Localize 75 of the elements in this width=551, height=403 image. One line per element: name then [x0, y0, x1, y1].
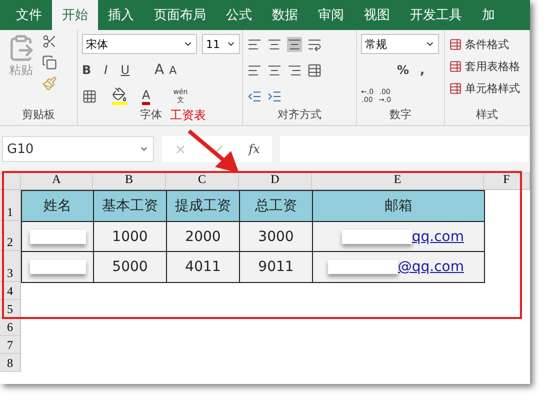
redacted-email	[328, 260, 398, 274]
table-style-icon	[449, 38, 462, 50]
row-header[interactable]: 2	[0, 221, 21, 251]
annotation-label: 工资表	[170, 107, 206, 124]
ribbon-tab[interactable]: 视图	[354, 0, 400, 30]
align-left-icon[interactable]	[247, 62, 262, 78]
redacted-name	[30, 260, 86, 274]
row-header[interactable]: 3	[0, 251, 21, 282]
header-cell: 姓名	[21, 190, 94, 222]
group-label: 对齐方式	[276, 107, 322, 123]
font-size-field[interactable]: 11	[202, 34, 240, 54]
group-label: 剪贴板	[21, 107, 56, 123]
font-color-button[interactable]: A	[142, 88, 150, 104]
group-label: 样式	[475, 107, 499, 123]
header-cell: 邮箱	[312, 190, 485, 222]
header-cell: 基本工资	[93, 190, 167, 222]
fill-color-icon[interactable]	[112, 87, 127, 105]
group-label: 数字	[388, 107, 412, 123]
column-header[interactable]: D	[239, 172, 312, 190]
email-link[interactable]: @qq.com	[398, 259, 464, 275]
font-name-field[interactable]: 宋体	[82, 34, 197, 54]
column-header[interactable]: B	[93, 172, 166, 190]
table-cell: 5000	[93, 251, 167, 283]
row-header[interactable]: 4	[0, 282, 21, 300]
table-cell: 3000	[239, 221, 313, 252]
grow-font-button[interactable]: A	[154, 62, 164, 78]
table-cell: 9011	[239, 251, 313, 283]
italic-button[interactable]: I	[104, 63, 108, 77]
row-header[interactable]: 6	[0, 318, 21, 336]
table-cell: 4011	[166, 251, 240, 283]
shrink-font-button[interactable]: A	[169, 64, 177, 76]
copy-icon[interactable]	[42, 55, 57, 70]
cut-icon[interactable]	[42, 34, 57, 49]
column-header[interactable]: F	[484, 172, 530, 190]
style-command[interactable]: 单元格样式	[449, 78, 520, 98]
ribbon-tab[interactable]: 页面布局	[144, 0, 216, 30]
group-label: 字体	[140, 108, 162, 121]
table-style-icon	[449, 60, 462, 72]
number-format-field[interactable]: 常规	[361, 34, 439, 54]
column-header[interactable]: C	[166, 172, 239, 190]
ribbon-tab[interactable]: 开始	[52, 0, 98, 30]
underline-button[interactable]: U	[120, 63, 130, 77]
table-style-icon	[449, 82, 462, 94]
border-icon[interactable]	[82, 88, 97, 104]
redacted-email	[342, 230, 412, 244]
table-cell: 2000	[166, 221, 240, 252]
header-cell: 提成工资	[166, 190, 240, 222]
header-cell: 总工资	[239, 190, 313, 222]
wrap-text-icon[interactable]	[307, 36, 322, 52]
ribbon-tab[interactable]: 审阅	[308, 0, 354, 30]
row-header[interactable]: 1	[0, 190, 21, 221]
name-box[interactable]: G10	[2, 136, 154, 162]
table-cell: 1000	[93, 221, 167, 252]
row-header[interactable]: 8	[0, 354, 21, 372]
row-header[interactable]: 7	[0, 336, 21, 354]
align-right-icon[interactable]	[287, 62, 302, 78]
column-header[interactable]: E	[312, 172, 484, 190]
increase-indent-icon[interactable]	[267, 88, 282, 104]
column-header[interactable]: A	[21, 172, 93, 190]
ribbon-tab[interactable]: 加	[472, 0, 505, 30]
ribbon-tab[interactable]: 开发工具	[400, 0, 472, 30]
percent-button[interactable]: %	[397, 63, 410, 77]
style-command[interactable]: 套用表格格	[449, 56, 520, 76]
ribbon-tab[interactable]: 文件	[6, 0, 52, 30]
redacted-name	[30, 230, 86, 244]
ribbon-tab[interactable]: 插入	[98, 0, 144, 30]
bold-button[interactable]: B	[82, 63, 92, 77]
ribbon-tab[interactable]: 数据	[262, 0, 308, 30]
ribbon-tab[interactable]: 公式	[216, 0, 262, 30]
email-link[interactable]: qq.com	[412, 228, 464, 244]
insert-function-button[interactable]: fx	[248, 142, 260, 156]
style-command[interactable]: 条件格式	[449, 34, 520, 54]
decrease-indent-icon[interactable]	[247, 88, 262, 104]
align-center-icon[interactable]	[267, 62, 282, 78]
comma-button[interactable]: ,	[420, 63, 425, 77]
